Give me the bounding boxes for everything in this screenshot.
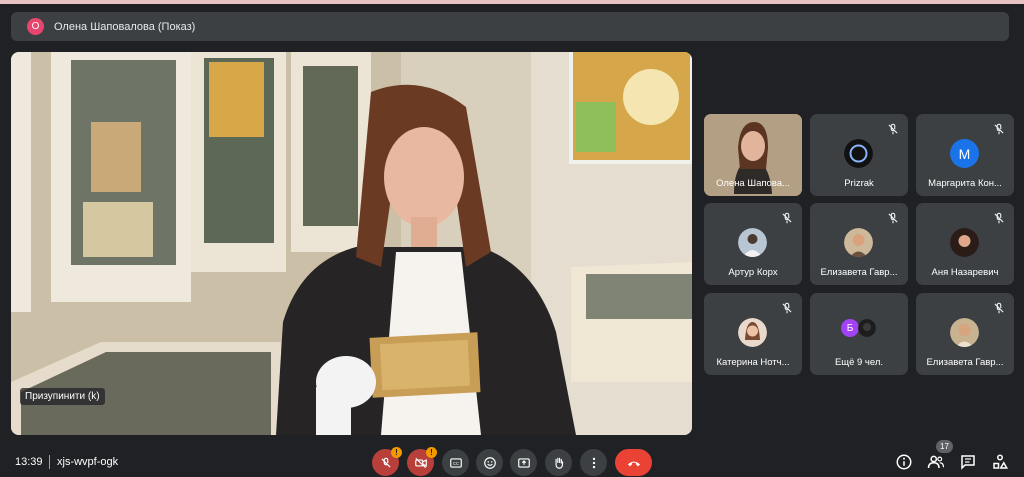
presenter-avatar: О: [27, 18, 44, 35]
participant-avatar: [950, 228, 979, 257]
mic-off-icon: [381, 457, 390, 467]
participant-name: Ещё 9 чел.: [834, 357, 884, 368]
more-avatar-letter: Б: [841, 319, 859, 337]
participant-name: Катерина Нотч...: [716, 357, 790, 368]
participant-name: Елизавета Гавр...: [926, 357, 1004, 368]
participant-tile[interactable]: Елизавета Гавр...: [916, 293, 1014, 375]
svg-text:CC: CC: [453, 461, 459, 466]
mic-off-icon: [994, 212, 1004, 224]
mic-warning-badge: !: [391, 447, 402, 458]
emoji-icon: [483, 456, 496, 469]
mic-off-icon: [888, 212, 898, 224]
more-options-button[interactable]: [580, 449, 607, 476]
presenter-banner: О Олена Шаповалова (Показ): [11, 12, 1009, 41]
participant-avatar: [738, 318, 767, 347]
more-vert-icon: [592, 457, 595, 468]
chat-icon[interactable]: [959, 453, 977, 471]
bottom-bar: 13:39 xjs-wvpf-ogk ! ! CC: [0, 440, 1024, 477]
participant-name: Prizrak: [844, 178, 874, 189]
hand-icon: [554, 457, 563, 469]
main-video[interactable]: [11, 52, 692, 435]
participant-name: Маргарита Кон...: [928, 178, 1002, 189]
participant-avatar: [738, 228, 767, 257]
more-avatar-photo: [858, 319, 876, 337]
raise-hand-button[interactable]: [545, 449, 572, 476]
participant-tile[interactable]: Олена Шапова...: [704, 114, 802, 196]
reactions-button[interactable]: [476, 449, 503, 476]
pin-tooltip: Призупинити (k): [20, 388, 105, 405]
participant-name: Олена Шапова...: [716, 178, 790, 189]
meeting-code: xjs-wvpf-ogk: [57, 456, 119, 468]
mic-off-icon: [782, 302, 792, 314]
participant-avatar: [844, 139, 873, 168]
mic-off-icon: [994, 123, 1004, 135]
participant-avatar: М: [950, 139, 979, 168]
present-icon: [517, 457, 530, 468]
captions-button[interactable]: CC: [442, 449, 469, 476]
participant-tile[interactable]: Prizrak: [810, 114, 908, 196]
present-screen-button[interactable]: [510, 449, 537, 476]
mic-off-icon: [888, 123, 898, 135]
presenter-title: Олена Шаповалова (Показ): [54, 20, 196, 33]
divider: [49, 455, 50, 469]
participant-tile[interactable]: Елизавета Гавр...: [810, 203, 908, 285]
leave-call-button[interactable]: [615, 449, 652, 476]
activities-icon[interactable]: [991, 453, 1009, 471]
window-top-edge: [0, 0, 1024, 4]
participant-tile[interactable]: М Маргарита Кон...: [916, 114, 1014, 196]
participant-tile[interactable]: Артур Корх: [704, 203, 802, 285]
participant-tile-more[interactable]: Б Ещё 9 чел.: [810, 293, 908, 375]
participant-name: Елизавета Гавр...: [820, 267, 898, 278]
camera-warning-badge: !: [426, 447, 437, 458]
info-icon[interactable]: [895, 453, 913, 471]
participant-tile[interactable]: Катерина Нотч...: [704, 293, 802, 375]
mic-off-icon: [994, 302, 1004, 314]
participant-name: Аня Назаревич: [931, 267, 999, 278]
phone-hangup-icon: [627, 461, 640, 466]
participant-tile[interactable]: Аня Назаревич: [916, 203, 1014, 285]
people-icon[interactable]: [927, 453, 945, 471]
participant-avatar: [844, 228, 873, 257]
participant-count-badge: 17: [936, 440, 953, 453]
captions-icon: CC: [449, 457, 462, 468]
camera-off-icon: [414, 457, 427, 468]
presenter-video-frame: [11, 52, 692, 435]
meeting-time: 13:39: [15, 456, 43, 468]
mic-off-icon: [782, 212, 792, 224]
participant-avatar: [950, 318, 979, 347]
participant-name: Артур Корх: [728, 267, 778, 278]
